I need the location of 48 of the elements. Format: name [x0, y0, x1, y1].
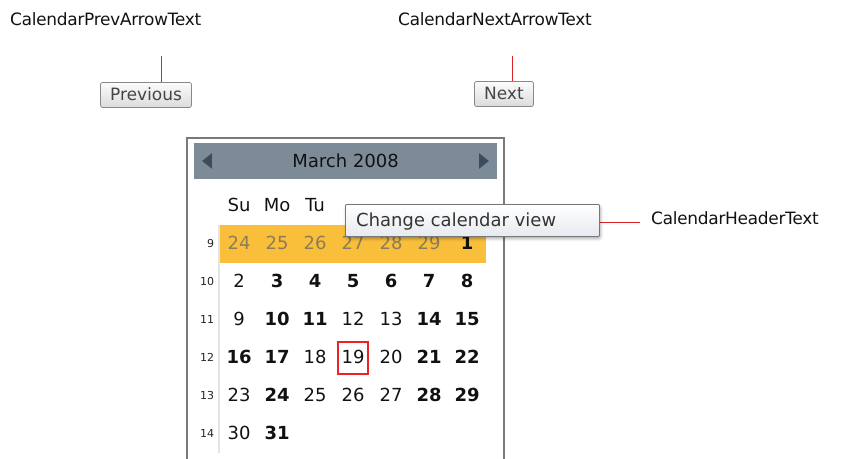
calendar-day[interactable]: 20 — [372, 339, 410, 377]
calendar-day[interactable]: 5 — [334, 263, 372, 301]
calendar-day[interactable]: 15 — [448, 301, 486, 339]
calendar-day[interactable]: 28 — [410, 377, 448, 415]
calendar-day[interactable]: 23 — [220, 377, 258, 415]
calendar-day[interactable]: 14 — [410, 301, 448, 339]
annotation-label: CalendarHeaderText — [651, 209, 818, 229]
weekday-label: Su — [226, 194, 252, 218]
calendar-day[interactable]: 21 — [410, 339, 448, 377]
calendar-day[interactable]: 19 — [334, 339, 372, 377]
week-number: 12 — [194, 339, 220, 377]
calendar-day[interactable]: 16 — [220, 339, 258, 377]
annotation-label: CalendarNextArrowText — [398, 10, 592, 30]
week-number: 10 — [194, 263, 220, 301]
calendar-day[interactable]: 13 — [372, 301, 410, 339]
previous-button[interactable]: Previous — [100, 82, 192, 108]
calendar-day[interactable]: 4 — [296, 263, 334, 301]
week-number: 11 — [194, 301, 220, 339]
tooltip: Change calendar view — [345, 204, 600, 237]
calendar-day[interactable]: 30 — [220, 415, 258, 453]
calendar-day[interactable]: 9 — [220, 301, 258, 339]
calendar-day[interactable]: 24 — [258, 377, 296, 415]
calendar-day[interactable]: 27 — [372, 377, 410, 415]
month-title[interactable]: March 2008 — [292, 150, 399, 172]
weekday-label: Tu — [304, 194, 326, 218]
calendar-day[interactable]: 6 — [372, 263, 410, 301]
calendar-day[interactable]: 29 — [448, 377, 486, 415]
calendar-day[interactable]: 11 — [296, 301, 334, 339]
left-arrow-icon[interactable] — [202, 153, 212, 169]
calendar-day[interactable]: 7 — [410, 263, 448, 301]
calendar-day[interactable]: 3 — [258, 263, 296, 301]
calendar-day[interactable]: 12 — [334, 301, 372, 339]
week-number: 14 — [194, 415, 220, 453]
right-arrow-icon[interactable] — [479, 153, 489, 169]
calendar-day[interactable]: 17 — [258, 339, 296, 377]
calendar-day[interactable]: 31 — [258, 415, 296, 453]
calendar-day[interactable]: 26 — [334, 377, 372, 415]
calendar-day[interactable]: 18 — [296, 339, 334, 377]
week-number: 13 — [194, 377, 220, 415]
calendar-day[interactable]: 25 — [296, 377, 334, 415]
calendar-day[interactable]: 22 — [448, 339, 486, 377]
weekday-label: Mo — [262, 194, 292, 218]
annotation-label: CalendarPrevArrowText — [10, 10, 201, 30]
calendar-day[interactable]: 10 — [258, 301, 296, 339]
next-button[interactable]: Next — [474, 81, 534, 107]
leader-line — [600, 222, 640, 223]
calendar-day[interactable]: 8 — [448, 263, 486, 301]
calendar-day[interactable]: 2 — [220, 263, 258, 301]
